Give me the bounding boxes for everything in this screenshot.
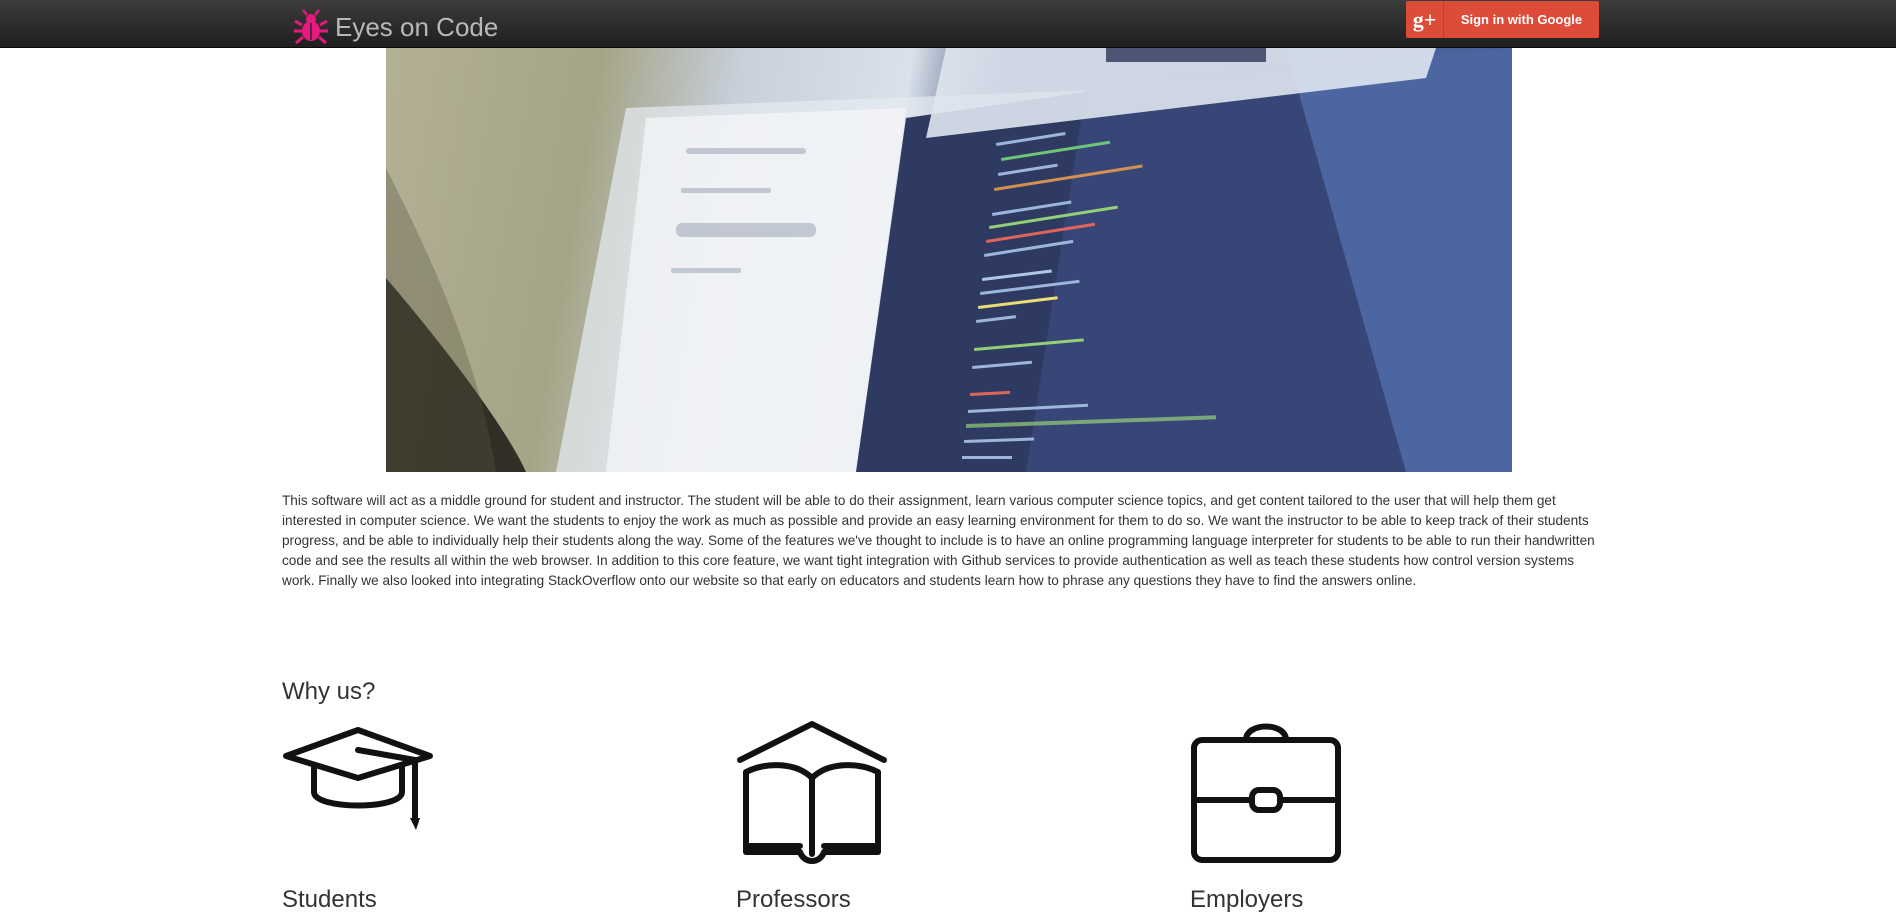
open-book-icon (737, 721, 887, 864)
feature-title-professors: Professors (736, 886, 851, 913)
feature-employers: Employers (1190, 718, 1490, 913)
brand-name: Eyes on Code (335, 12, 499, 42)
brand-link[interactable]: Eyes on Code (293, 9, 498, 45)
google-plus-icon: g+ (1406, 1, 1444, 38)
briefcase-icon (1191, 723, 1341, 863)
hero-image (386, 48, 1512, 472)
google-signin-button[interactable]: g+ Sign in with Google (1406, 1, 1599, 38)
feature-title-students: Students (282, 886, 377, 913)
google-signin-label: Sign in with Google (1460, 12, 1583, 27)
graduation-cap-icon (283, 727, 433, 830)
why-us-heading: Why us? (282, 678, 376, 705)
feature-professors: Professors (736, 718, 1036, 913)
bug-icon (294, 9, 328, 45)
intro-paragraph: This software will act as a middle groun… (282, 493, 1595, 588)
top-navbar: Eyes on Code g+ Sign in with Google (0, 0, 1896, 48)
feature-students: Students (282, 718, 582, 913)
feature-title-employers: Employers (1190, 886, 1304, 913)
